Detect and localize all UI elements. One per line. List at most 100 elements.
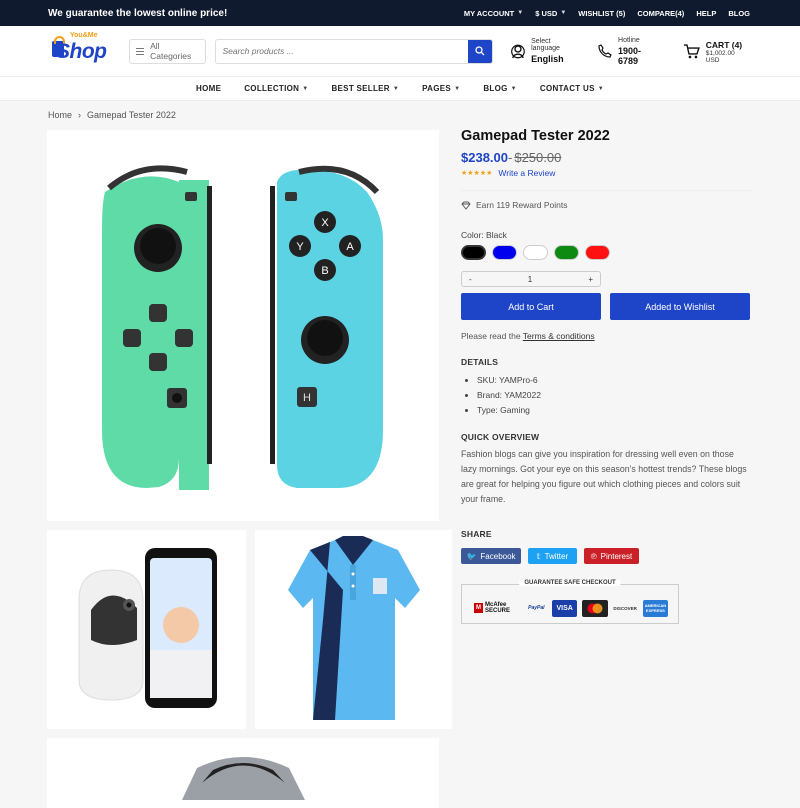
share-facebook-button[interactable]: 🐦 Facebook <box>461 548 521 564</box>
nav-home[interactable]: HOME <box>196 84 221 93</box>
breadcrumb-home[interactable]: Home <box>48 110 72 120</box>
hotline-number: 1900-6789 <box>618 45 642 66</box>
terms-link[interactable]: Terms & conditions <box>523 331 595 341</box>
compare-link[interactable]: COMPARE(4) <box>637 9 684 18</box>
thumbnail-shirt-partial[interactable] <box>47 738 439 808</box>
nav-pages[interactable]: PAGES ▼ <box>422 84 460 93</box>
thumbnail-camera[interactable] <box>47 530 246 729</box>
details-list: SKU: YAMPro-6 Brand: YAM2022 Type: Gamin… <box>461 373 751 418</box>
main-nav: HOME COLLECTION ▼ BEST SELLER ▼ PAGES ▼ BLO… <box>0 77 800 101</box>
all-categories-button[interactable]: All Categories <box>128 38 207 64</box>
product-info: Gamepad Tester 2022 $238.00- $250.00 ★★★★… <box>461 128 751 624</box>
breadcrumb-separator: › <box>78 110 82 120</box>
paypal-badge: PayPal <box>528 605 545 611</box>
hotline: Hotline 1900-6789 <box>598 37 661 66</box>
overview-text: Fashion blogs can give you inspiration f… <box>461 449 747 504</box>
camera-phone-image <box>78 548 217 708</box>
phone-icon <box>598 44 612 58</box>
guarantee-label: GUARANTEE SAFE CHECKOUT <box>519 580 621 586</box>
swatch-green[interactable] <box>554 245 579 260</box>
left-stick-top <box>140 228 176 264</box>
search-bar <box>215 38 494 64</box>
thumbnail-polo[interactable] <box>255 530 452 729</box>
shirt-button <box>351 584 355 588</box>
nav-best-seller[interactable]: BEST SELLER ▼ <box>331 84 399 93</box>
chevron-down-icon: ▼ <box>510 85 517 92</box>
mastercard-icon <box>587 603 603 613</box>
cart-button[interactable]: CART (4) $1,002.00 USD <box>683 38 750 64</box>
swatch-blue[interactable] <box>492 245 517 260</box>
top-links: MY ACCOUNT ▼ $ USD ▼ WISHLIST (5) COMPARE(… <box>464 9 750 18</box>
mastercard-badge <box>582 599 608 617</box>
reward-text: Earn 119 Reward Points <box>476 200 568 210</box>
facebook-icon: 🐦 <box>466 551 477 561</box>
wishlist-link[interactable]: WISHLIST (5) <box>578 9 625 18</box>
terms-prefix: Please read the <box>461 331 521 341</box>
minus-button <box>185 192 197 201</box>
swatch-black[interactable] <box>461 245 486 260</box>
chevron-down-icon: ▼ <box>560 10 567 16</box>
pinterest-icon: ℗ <box>590 551 597 561</box>
dpad-left <box>123 329 141 347</box>
my-account-link[interactable]: MY ACCOUNT ▼ <box>464 9 523 18</box>
polo-shirt-image <box>288 536 420 720</box>
promo-text: We guarantee the lowest online price! <box>48 7 228 19</box>
terms-note: Please read the Terms & conditions <box>461 331 751 341</box>
search-input[interactable] <box>216 39 469 63</box>
language-selector[interactable]: Select language English <box>511 38 581 64</box>
share-pinterest-button[interactable]: ℗ Pinterest <box>584 548 639 564</box>
joycon-left-side <box>207 186 212 464</box>
search-button[interactable] <box>468 39 493 63</box>
capture-dot <box>172 393 182 403</box>
main-product-image[interactable]: X Y A B H <box>47 130 439 521</box>
blanket <box>150 650 212 698</box>
breadcrumb-current: Gamepad Tester 2022 <box>87 110 176 120</box>
write-review-link[interactable]: Write a Review <box>498 168 555 178</box>
share-twitter-button[interactable]: 𝕥 Twitter <box>528 548 577 564</box>
add-to-wishlist-button[interactable]: Added to Wishlist <box>610 293 750 320</box>
add-to-cart-button[interactable]: Add to Cart <box>461 293 601 320</box>
logo-main-text: Shop <box>56 40 107 63</box>
safe-checkout-box: GUARANTEE SAFE CHECKOUT M McAfee SECURE P… <box>461 580 679 624</box>
nav-contact-us[interactable]: CONTACT US ▼ <box>540 84 604 93</box>
nav-collection[interactable]: COLLECTION ▼ <box>244 84 308 93</box>
user-icon <box>511 44 526 58</box>
shirt-emblem <box>373 578 387 594</box>
detail-brand: Brand: YAM2022 <box>477 388 751 403</box>
shirt-button <box>351 572 355 576</box>
swatch-red[interactable] <box>585 245 610 260</box>
product-title: Gamepad Tester 2022 <box>461 128 610 144</box>
dpad-down <box>149 353 167 371</box>
chevron-down-icon: ▼ <box>302 85 309 92</box>
shirt-image <box>182 757 305 800</box>
color-label: Color: Black <box>461 230 507 240</box>
detail-type: Type: Gaming <box>477 403 751 418</box>
qty-minus-button[interactable]: - <box>469 275 472 284</box>
y-label: Y <box>296 241 304 253</box>
details-heading: DETAILS <box>461 357 499 367</box>
detail-sku: SKU: YAMPro-6 <box>477 373 751 388</box>
help-link[interactable]: HELP <box>696 9 716 18</box>
currency-select[interactable]: $ USD ▼ <box>535 9 566 18</box>
nav-blog[interactable]: BLOG ▼ <box>483 84 517 93</box>
language-value: English <box>531 54 564 64</box>
camera-lens-center <box>126 602 132 608</box>
shirt-placket <box>350 565 356 600</box>
breadcrumb: Home › Gamepad Tester 2022 <box>48 110 176 120</box>
mcafee-badge: M McAfee SECURE <box>474 602 511 614</box>
blog-link[interactable]: BLOG <box>728 9 750 18</box>
logo[interactable]: You&Me Shop <box>48 29 110 73</box>
baby <box>163 607 199 643</box>
qty-plus-button[interactable]: + <box>588 275 593 284</box>
old-price: $250.00 <box>514 150 562 165</box>
header: You&Me Shop All Categories Select langua… <box>0 26 800 77</box>
amex-badge: AMERICAN EXPRESS <box>642 599 668 617</box>
qty-value[interactable]: 1 <box>528 275 532 284</box>
swatch-white[interactable] <box>523 245 548 260</box>
chevron-down-icon: ▼ <box>392 85 400 92</box>
chevron-down-icon: ▼ <box>454 85 461 92</box>
chevron-down-icon: ▼ <box>517 10 524 16</box>
dpad-up <box>149 304 167 322</box>
reward-points: Earn 119 Reward Points <box>461 190 751 210</box>
visa-badge: VISA <box>552 599 578 617</box>
